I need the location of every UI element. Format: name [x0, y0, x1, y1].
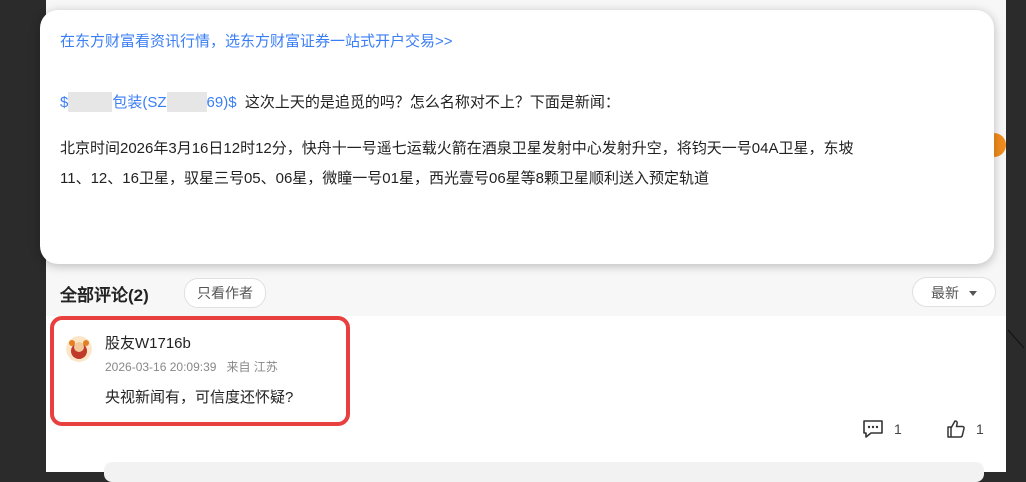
caret-down-icon	[968, 291, 977, 296]
avatar[interactable]	[66, 336, 92, 362]
thumbs-up-icon	[947, 420, 965, 438]
comment-icon	[863, 420, 883, 438]
comments-title: 全部评论(2)	[60, 286, 149, 305]
author-only-button[interactable]: 只看作者	[184, 278, 266, 308]
comment-meta: 2026-03-16 20:09:39 来自 江苏	[105, 358, 278, 375]
comment-location: 来自 江苏	[226, 360, 278, 374]
stock-tag-link[interactable]: $ 包装(SZ 69)$	[60, 92, 237, 112]
post-preview-popup: 在东方财富看资讯行情，选东方财富证券一站式开户交易>> $ 包装(SZ 69)$ 这…	[40, 10, 994, 264]
post-title-line: $ 包装(SZ 69)$ 这次上天的是追觅的吗？怎么名称对不上？下面是新闻：	[60, 91, 974, 112]
redacted-block	[68, 92, 113, 112]
post-question: 这次上天的是追觅的吗？怎么名称对不上？下面是新闻：	[244, 94, 620, 111]
sort-dropdown[interactable]: 最新	[912, 277, 996, 307]
reply-button[interactable]: 1	[862, 418, 902, 440]
edge-decoration	[1007, 329, 1025, 349]
stock-tag-suffix: 69)$	[206, 94, 237, 111]
promo-link[interactable]: 在东方财富看资讯行情，选东方财富证券一站式开户交易>>	[60, 30, 974, 51]
post-body-line: 11、12、16卫星，驭星三号05、06星，微瞳一号01星，西光壹号06星等8颗…	[60, 170, 710, 187]
redacted-block	[166, 92, 207, 112]
comment-time: 2026-03-16 20:09:39	[105, 360, 217, 374]
comments-header: 全部评论(2) 只看作者 最新	[60, 277, 1000, 308]
comment-text: 央视新闻有，可信度还怀疑?	[105, 389, 294, 406]
sort-label: 最新	[931, 285, 960, 301]
stock-tag-prefix: $	[60, 94, 69, 111]
reply-count: 1	[894, 421, 902, 437]
post-body-line: 北京时间2026年3月16日12时12分，快舟十一号遥七运载火箭在酒泉卫星发射中…	[60, 140, 854, 157]
comment-username[interactable]: 股友W1716b	[105, 332, 191, 353]
stock-tag-name: 包装(SZ	[112, 94, 167, 111]
like-count: 1	[976, 421, 984, 437]
reply-input-area[interactable]	[104, 462, 984, 482]
like-button[interactable]: 1	[946, 418, 984, 440]
post-body: 北京时间2026年3月16日12时12分，快舟十一号遥七运载火箭在酒泉卫星发射中…	[60, 134, 974, 194]
